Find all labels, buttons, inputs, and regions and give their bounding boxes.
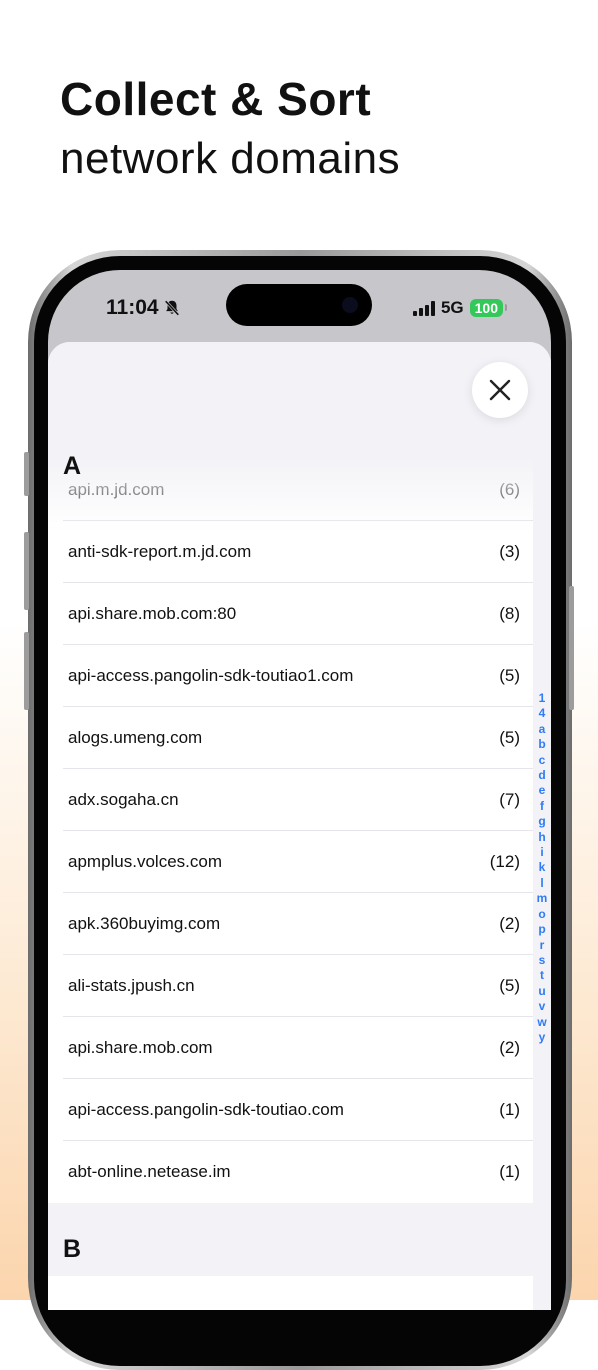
request-count: (2) [499,1038,520,1057]
index-letter[interactable]: f [540,799,544,814]
list-item[interactable]: apk.360buyimg.com (2) [48,893,533,955]
index-letter[interactable]: m [537,891,548,906]
index-letter[interactable]: d [538,768,545,783]
list-item[interactable]: anti-sdk-report.m.jd.com (3) [48,521,533,583]
hero-title: Collect & Sort [60,73,372,125]
list-item[interactable]: adx.sogaha.cn (7) [48,769,533,831]
battery-icon: 100 [469,299,508,317]
request-count: (12) [489,852,520,871]
domain-name: api.share.mob.com [68,1038,213,1057]
close-button[interactable] [472,362,528,418]
list-item[interactable]: abt-online.netease.im (1) [48,1141,533,1203]
status-time-group: 11:04 [106,296,181,320]
index-letter[interactable]: l [540,876,543,891]
request-count: (5) [499,728,520,747]
list-item[interactable]: api.m.jd.com (6) [48,459,533,521]
list-item[interactable]: api.share.mob.com (2) [48,1017,533,1079]
domain-list-a: api.m.jd.com (6) anti-sdk-report.m.jd.co… [48,459,533,1203]
network-type: 5G [440,298,464,317]
index-letter[interactable]: t [540,968,544,983]
index-letter[interactable]: g [538,814,545,829]
front-camera [342,297,358,313]
domain-name: ali-stats.jpush.cn [68,976,195,995]
signal-icon [412,300,435,316]
index-letter[interactable]: y [539,1030,546,1045]
index-letter[interactable]: w [537,1015,546,1030]
index-letter[interactable]: u [538,984,545,999]
dynamic-island [226,284,372,326]
request-count: (1) [499,1162,520,1181]
domain-name: adx.sogaha.cn [68,790,179,809]
index-letter[interactable]: o [538,907,545,922]
domain-name: apk.360buyimg.com [68,914,221,933]
domain-name: alogs.umeng.com [68,728,203,747]
index-letter[interactable]: e [539,783,546,798]
domain-name: apmplus.volces.com [68,852,223,871]
power-button [569,586,574,710]
index-letter[interactable]: i [540,845,543,860]
domain-name: abt-online.netease.im [68,1162,231,1181]
list-item[interactable]: api-access.pangolin-sdk-toutiao1.com (5) [48,645,533,707]
index-letter[interactable]: c [539,753,546,768]
index-letter[interactable]: b [538,737,545,752]
domain-name: api-access.pangolin-sdk-toutiao.com [68,1100,344,1119]
domain-list-b [48,1276,533,1310]
request-count: (5) [499,666,520,685]
domains-sheet: A api.m.jd.com (6) anti-sdk-report.m.jd.… [48,342,551,1310]
index-letter[interactable]: h [538,830,545,845]
volume-down-button [24,632,29,710]
index-letter[interactable]: 1 [539,691,546,706]
domain-name: api-access.pangolin-sdk-toutiao1.com [68,666,354,685]
volume-up-button [24,532,29,610]
index-letter[interactable]: 4 [539,706,546,721]
request-count: (7) [499,790,520,809]
index-letter[interactable]: v [539,999,546,1014]
index-letter[interactable]: k [539,860,546,875]
bell-slash-icon [164,300,179,316]
status-indicators: 5G 100 [412,298,508,318]
status-time: 11:04 [106,296,159,319]
action-button [24,452,29,496]
request-count: (6) [499,480,520,499]
request-count: (5) [499,976,520,995]
phone-screen: 11:04 5G 100 A api.m.jd.com (6) anti-sdk… [48,270,551,1310]
list-item[interactable]: ali-stats.jpush.cn (5) [48,955,533,1017]
index-letter[interactable]: p [538,922,545,937]
domain-name: anti-sdk-report.m.jd.com [68,542,252,561]
section-index[interactable]: 14abcdefghiklmoprstuvwy [536,691,548,1045]
list-item[interactable]: api.share.mob.com:80 (8) [48,583,533,645]
list-item[interactable]: alogs.umeng.com (5) [48,707,533,769]
index-letter[interactable]: r [540,938,545,953]
index-letter[interactable]: s [539,953,546,968]
index-letter[interactable]: a [539,722,546,737]
request-count: (8) [499,604,520,623]
section-header-b: B [63,1235,82,1263]
hero-subtitle: network domains [60,134,401,183]
list-item[interactable]: api-access.pangolin-sdk-toutiao.com (1) [48,1079,533,1141]
list-item[interactable]: apmplus.volces.com (12) [48,831,533,893]
section-header-a: A [63,452,82,480]
request-count: (2) [499,914,520,933]
domain-name: api.share.mob.com:80 [68,604,237,623]
close-icon [489,379,511,401]
request-count: (1) [499,1100,520,1119]
domain-name: api.m.jd.com [68,480,165,499]
request-count: (3) [499,542,520,561]
